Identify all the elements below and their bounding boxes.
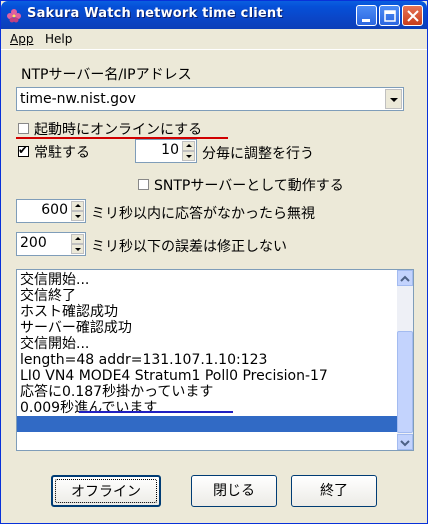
ntp-server-value: time-nw.nist.gov bbox=[20, 91, 136, 107]
ntp-server-combobox[interactable]: time-nw.nist.gov bbox=[16, 87, 404, 111]
chevron-down-icon bbox=[400, 440, 410, 447]
sakura-app-icon bbox=[7, 9, 21, 23]
chevron-up-icon bbox=[400, 275, 410, 282]
sntp-server-label: SNTPサーバーとして動作する bbox=[154, 178, 344, 194]
adjust-interval-value: 10 bbox=[161, 142, 179, 158]
offline-button[interactable]: オフライン bbox=[51, 475, 161, 507]
list-item[interactable]: 交信開始... bbox=[20, 272, 89, 288]
menu-help-label: Help bbox=[45, 32, 73, 46]
resident-checkbox[interactable]: ✔ bbox=[18, 143, 29, 157]
ignore-error-value: 200 bbox=[20, 235, 47, 251]
spin-up-icon[interactable] bbox=[71, 234, 84, 244]
spinner-buttons bbox=[182, 141, 195, 161]
ntp-server-label: NTPサーバー名/IPアドレス bbox=[21, 67, 192, 83]
adjust-interval-spinner[interactable]: 10 bbox=[135, 139, 197, 163]
timeout-spinner[interactable]: 600 bbox=[16, 199, 86, 223]
maximize-icon bbox=[384, 10, 396, 22]
menu-help[interactable]: Help bbox=[45, 32, 72, 46]
online-at-startup-checkbox[interactable] bbox=[18, 123, 29, 134]
minimize-button[interactable] bbox=[356, 5, 377, 26]
spin-up-icon[interactable] bbox=[182, 141, 195, 151]
list-item[interactable]: 交信開始... bbox=[20, 336, 89, 352]
close-icon bbox=[407, 10, 419, 22]
exit-button[interactable]: 終了 bbox=[291, 475, 377, 507]
ignore-error-spinner[interactable]: 200 bbox=[16, 232, 86, 256]
spin-up-icon[interactable] bbox=[71, 201, 84, 211]
scroll-down-button[interactable] bbox=[397, 434, 413, 450]
log-scrollbar[interactable] bbox=[397, 270, 413, 450]
close-window-button[interactable] bbox=[402, 5, 423, 26]
ignore-error-label: ミリ秒以下の誤差は修正しない bbox=[91, 239, 287, 255]
title-bar[interactable]: Sakura Watch network time client bbox=[1, 1, 427, 29]
maximize-button[interactable] bbox=[379, 5, 400, 26]
menu-app-label: App bbox=[10, 32, 34, 46]
list-item[interactable]: ホスト確認成功 bbox=[20, 304, 118, 320]
log-listbox[interactable]: 交信開始... 交信終了 ホスト確認成功 サーバー確認成功 交信開始... le… bbox=[16, 269, 414, 451]
list-item[interactable]: 交信終了 bbox=[20, 288, 76, 304]
spin-down-icon[interactable] bbox=[182, 151, 195, 161]
menu-app[interactable]: App bbox=[10, 32, 33, 46]
dropdown-arrow-icon[interactable] bbox=[385, 89, 402, 109]
list-item[interactable]: サーバー確認成功 bbox=[20, 320, 132, 336]
timeout-value: 600 bbox=[41, 202, 68, 218]
list-item[interactable]: LI0 VN4 MODE4 Stratum1 Poll0 Precision-1… bbox=[20, 368, 328, 384]
timeout-label: ミリ秒以内に応答がなかったら無視 bbox=[91, 206, 315, 222]
adjust-interval-label: 分毎に調整を行う bbox=[202, 146, 314, 162]
blue-underline-annotation bbox=[79, 411, 233, 413]
list-item[interactable]: 応答に0.187秒掛かっています bbox=[20, 384, 213, 400]
close-button[interactable]: 閉じる bbox=[191, 475, 277, 507]
app-window: Sakura Watch network time client App Hel… bbox=[0, 0, 428, 524]
scrollbar-thumb[interactable] bbox=[397, 331, 413, 433]
online-at-startup-label: 起動時にオンラインにする bbox=[34, 122, 203, 138]
scroll-up-button[interactable] bbox=[397, 270, 413, 286]
list-item-selected[interactable] bbox=[17, 416, 399, 432]
list-item[interactable]: 0.009秒進んでいます bbox=[20, 400, 157, 416]
list-item[interactable]: length=48 addr=131.107.1.10:123 bbox=[20, 352, 267, 368]
spinner-buttons bbox=[71, 201, 84, 221]
sntp-server-checkbox[interactable] bbox=[138, 179, 149, 190]
spinner-buttons bbox=[71, 234, 84, 254]
menu-bar: App Help bbox=[1, 29, 427, 50]
spin-down-icon[interactable] bbox=[71, 244, 84, 254]
resident-label: 常駐する bbox=[34, 145, 90, 161]
minimize-icon bbox=[362, 19, 370, 22]
window-title: Sakura Watch network time client bbox=[27, 6, 283, 21]
spin-down-icon[interactable] bbox=[71, 211, 84, 221]
checkmark-icon: ✔ bbox=[18, 143, 29, 157]
